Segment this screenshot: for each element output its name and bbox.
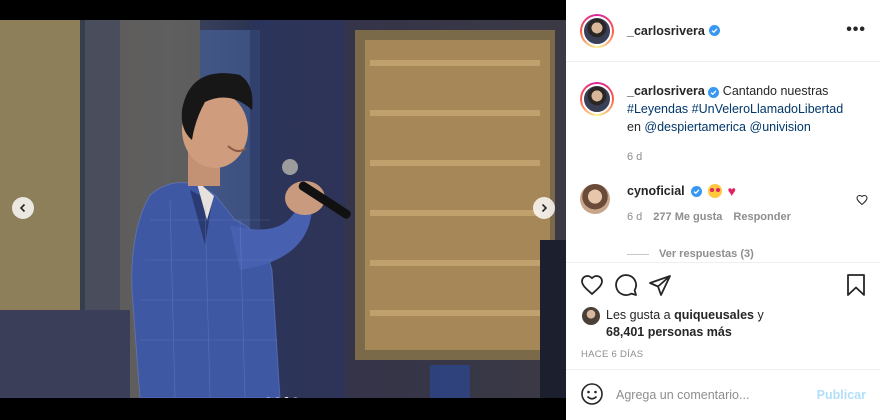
heart-icon[interactable] [580,273,604,300]
view-replies-label[interactable]: Ver respuestas (3) [659,248,754,260]
comment-meta: 6 d 277 Me gusta Responder [627,211,791,223]
heart-eyes-emoji-icon [707,184,722,198]
mention-link[interactable]: @univision [750,120,811,134]
photo-illustration [0,20,566,398]
post-age: HACE 6 DÍAS [581,349,644,360]
comment-likes-count[interactable]: 277 Me gusta [653,211,722,223]
carousel-dot [275,397,280,398]
comment-composer: Publicar [566,369,880,420]
verified-badge-icon [708,87,720,98]
carousel-dot-active [284,397,289,398]
caption-in-text: en [627,120,645,134]
caption-username[interactable]: _carlosrivera [627,84,705,98]
view-replies-button[interactable]: Ver respuestas (3) [627,248,754,260]
comment-input[interactable] [616,388,806,402]
verified-badge-icon [690,185,702,197]
liker-username[interactable]: quiqueusales [674,308,754,322]
comment-item: cynoficial ♥ 6 d 277 Me gusta Responder [580,184,868,223]
commenter-username[interactable]: cynoficial [627,184,685,198]
caption-author-avatar[interactable] [580,82,614,116]
post-viewer: _carlosrivera ••• _carlosrivera Cantando… [0,0,880,420]
mention-link[interactable]: @despiertamerica [644,120,746,134]
likes-summary: Les gusta a quiqueusales y 68,401 person… [582,307,764,341]
comment-icon[interactable] [614,273,638,300]
likes-joiner: y [754,308,764,322]
likes-prefix: Les gusta a [606,308,675,322]
caption-timestamp: 6 d [627,151,643,163]
caption-body: Cantando nuestras [719,84,829,98]
comment-like-heart-icon[interactable] [856,194,868,209]
comment-timestamp: 6 d [627,211,643,223]
author-avatar[interactable] [580,13,614,48]
post-photo [0,20,566,398]
chevron-left-icon [19,203,26,213]
likes-text: Les gusta a quiqueusales y 68,401 person… [606,307,764,341]
more-options-icon[interactable]: ••• [846,22,866,38]
view-replies-divider [627,253,649,255]
emoji-icon[interactable] [580,382,604,409]
previous-slide-button[interactable] [12,197,34,219]
paper-plane-icon[interactable] [648,273,672,300]
carousel-dot [266,397,271,398]
action-bar [580,273,870,299]
post-actions-section: Les gusta a quiqueusales y 68,401 person… [566,262,880,360]
verified-badge-icon [708,25,720,36]
likes-others-count[interactable]: 68,401 personas más [606,325,732,339]
comment-line: cynoficial ♥ [627,184,791,198]
post-side-panel: _carlosrivera ••• _carlosrivera Cantando… [566,0,880,420]
comments-list: _carlosrivera Cantando nuestras #Leyenda… [566,62,880,260]
author-username[interactable]: _carlosrivera [627,24,720,38]
comment-body: cynoficial ♥ 6 d 277 Me gusta Responder [627,184,791,223]
chevron-right-icon [541,203,548,213]
post-comment-button[interactable]: Publicar [817,388,866,402]
commenter-avatar[interactable] [580,184,610,214]
hashtag-link[interactable]: #Leyendas [627,102,688,116]
next-slide-button[interactable] [533,197,555,219]
hashtag-link[interactable]: #UnVeleroLlamadoLibertad [692,102,844,116]
post-media [0,0,566,420]
caption-text: _carlosrivera Cantando nuestras #Leyenda… [627,82,863,136]
bookmark-icon[interactable] [844,273,868,300]
red-heart-emoji-icon: ♥ [727,183,736,199]
carousel-dots [266,397,298,398]
liker-avatar[interactable] [582,307,600,325]
post-header: _carlosrivera ••• [566,0,880,62]
carousel-dot [293,397,298,398]
post-caption: _carlosrivera Cantando nuestras #Leyenda… [580,82,863,136]
author-username-text[interactable]: _carlosrivera [627,24,705,38]
reply-button[interactable]: Responder [733,211,790,223]
